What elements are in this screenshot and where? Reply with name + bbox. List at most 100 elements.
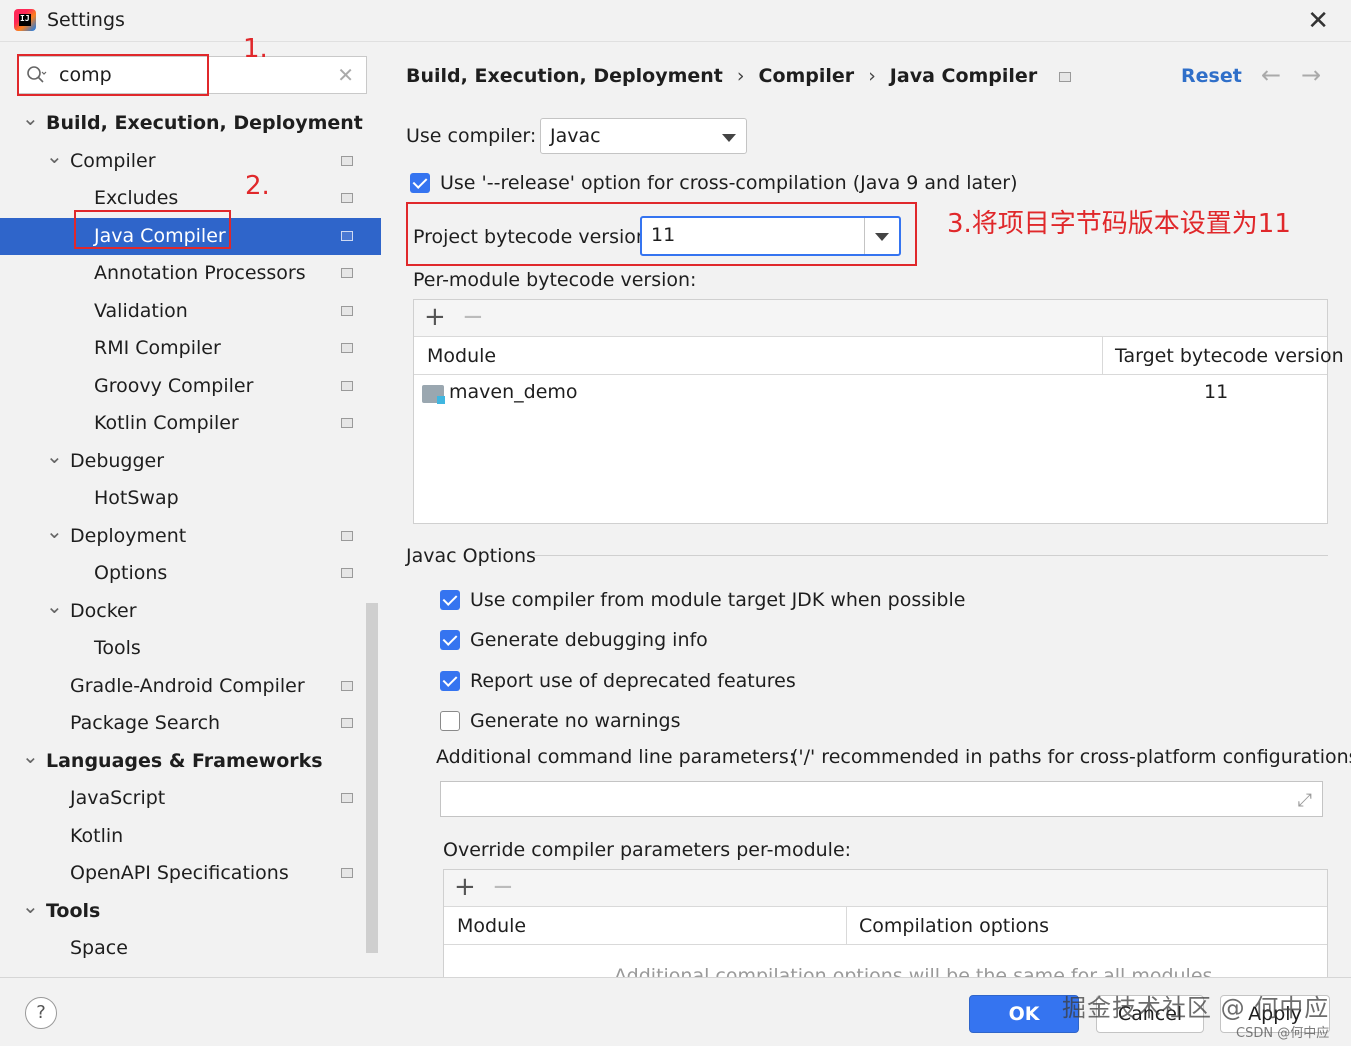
close-icon[interactable]: ✕ [1307, 6, 1329, 36]
table-row[interactable]: maven_demo 11 [414, 375, 1327, 411]
tree-item-label: Tools [46, 899, 101, 922]
tree-item[interactable]: Tools [0, 630, 366, 667]
chevron-down-icon[interactable]: ⌄ [46, 513, 63, 550]
dropdown-arrow-icon [722, 134, 736, 142]
tree-item-label: Debugger [70, 449, 165, 472]
tree-item-label: Docker [70, 599, 137, 622]
tree-item[interactable]: Gradle-Android Compiler [0, 668, 366, 705]
help-button[interactable]: ? [25, 997, 57, 1029]
tree-item-label: Options [94, 562, 168, 584]
tree-item[interactable]: OpenAPI Specifications [0, 855, 366, 892]
add-icon[interactable]: + [454, 872, 476, 902]
override-params-table: + − Module Compilation options Additiona… [443, 869, 1328, 977]
tree-item[interactable]: RMI Compiler [0, 330, 366, 367]
annotation-box-java-compiler [74, 210, 231, 249]
reset-link[interactable]: Reset [1181, 65, 1242, 87]
tree-item[interactable]: JavaScript [0, 780, 366, 817]
use-compiler-value: Javac [550, 125, 601, 147]
tree-item[interactable]: Space [0, 930, 366, 967]
tree-item[interactable]: ⌄ Docker [0, 593, 366, 630]
project-settings-icon [341, 868, 353, 878]
override-params-label: Override compiler parameters per-module: [443, 839, 852, 861]
chevron-down-icon[interactable]: ⌄ [22, 100, 39, 137]
tree-item-label: Groovy Compiler [94, 374, 254, 397]
breadcrumb-item: Compiler [758, 65, 855, 87]
additional-params-input[interactable]: ⤢ [440, 781, 1323, 817]
breadcrumb: Build, Execution, Deployment › Compiler › Ja… [406, 65, 1072, 87]
project-settings-icon [341, 343, 353, 353]
window-title: Settings [47, 9, 125, 31]
tree-item-label: Kotlin [70, 824, 124, 847]
column-header-compilation-options[interactable]: Compilation options [859, 915, 1049, 937]
chevron-down-icon[interactable]: ⌄ [22, 738, 39, 775]
watermark: 掘金技术社区 @ 何中应 [1062, 994, 1330, 1022]
annotation-box-bytecode [406, 202, 917, 266]
column-header-module[interactable]: Module [457, 915, 526, 937]
chevron-down-icon[interactable]: ⌄ [22, 888, 39, 925]
remove-icon[interactable]: − [462, 302, 484, 332]
tree-item[interactable]: ⌄ Deployment [0, 518, 366, 555]
javac-option-label: Generate debugging info [470, 629, 708, 651]
breadcrumb-chevron-icon: › [736, 65, 745, 87]
tree-item-label: Languages & Frameworks [46, 749, 323, 772]
additional-params-hint: ('/' recommended in paths for cross-plat… [791, 746, 1351, 768]
tree-item-label: Compiler [70, 149, 156, 172]
breadcrumb-chevron-icon: › [868, 65, 876, 87]
arrow-left-icon[interactable]: ← [1261, 61, 1281, 89]
chevron-down-icon[interactable]: ⌄ [46, 588, 63, 625]
javac-option-checkbox[interactable] [440, 630, 460, 650]
project-settings-icon [341, 305, 353, 316]
javac-option-checkbox[interactable] [440, 590, 460, 610]
table-header: Module Compilation options [444, 907, 1327, 945]
project-settings-icon [341, 530, 353, 541]
tree-item-label: JavaScript [70, 787, 166, 809]
watermark-small: CSDN @何中应 [1236, 1026, 1330, 1041]
tree-item[interactable]: Package Search [0, 705, 366, 742]
tree-item[interactable]: ⌄ Build, Execution, Deployment [0, 105, 366, 142]
project-settings-icon [1059, 71, 1072, 82]
tree-item-label: Annotation Processors [94, 262, 306, 284]
javac-option-checkbox[interactable] [440, 711, 460, 731]
project-settings-icon [341, 568, 353, 578]
tree-item[interactable]: Options [0, 555, 366, 592]
arrow-right-icon[interactable]: → [1301, 61, 1321, 89]
add-icon[interactable]: + [424, 302, 446, 332]
column-header-module[interactable]: Module [427, 345, 496, 367]
tree-item-label: Space [70, 937, 128, 959]
chevron-down-icon[interactable]: ⌄ [46, 138, 63, 175]
project-settings-icon [341, 155, 353, 166]
tree-item-label: Kotlin Compiler [94, 412, 239, 434]
table-empty-text: Additional compilation options will be t… [614, 965, 1213, 977]
tree-item[interactable]: ⌄ Tools [0, 893, 366, 930]
table-toolbar: + − [414, 300, 1327, 337]
tree-item[interactable]: Annotation Processors [0, 255, 366, 292]
project-settings-icon [341, 418, 353, 428]
project-settings-icon [341, 380, 353, 391]
column-header-target-version[interactable]: Target bytecode version [1115, 345, 1344, 367]
tree-item[interactable]: ⌄ Debugger [0, 443, 366, 480]
tree-scrollbar[interactable] [366, 603, 378, 953]
clear-search-icon[interactable]: ✕ [337, 63, 354, 87]
project-settings-icon [341, 193, 353, 203]
chevron-down-icon[interactable]: ⌄ [46, 438, 63, 475]
javac-option-checkbox[interactable] [440, 671, 460, 691]
tree-item[interactable]: ⌄ Languages & Frameworks [0, 743, 366, 780]
use-compiler-select[interactable]: Javac [540, 118, 747, 154]
tree-item-label: OpenAPI Specifications [70, 862, 289, 884]
tree-item[interactable]: Diagrams [0, 968, 366, 978]
release-option-checkbox[interactable] [410, 173, 430, 193]
expand-icon[interactable]: ⤢ [1298, 790, 1312, 811]
annotation-step2: 2. [245, 171, 270, 201]
module-name: maven_demo [449, 381, 578, 403]
tree-item[interactable]: ⌄ Compiler [0, 143, 366, 180]
tree-item[interactable]: Kotlin [0, 818, 366, 855]
tree-item[interactable]: Groovy Compiler [0, 368, 366, 405]
project-settings-icon [341, 718, 353, 728]
project-settings-icon [341, 230, 353, 241]
tree-item[interactable]: Kotlin Compiler [0, 405, 366, 442]
tree-item[interactable]: Validation [0, 293, 366, 330]
per-module-label: Per-module bytecode version: [413, 269, 697, 291]
remove-icon[interactable]: − [492, 872, 514, 902]
settings-tree-panel: ✕ ⌄Build, Execution, Deployment⌄Compiler… [0, 43, 381, 977]
tree-item[interactable]: HotSwap [0, 480, 366, 517]
